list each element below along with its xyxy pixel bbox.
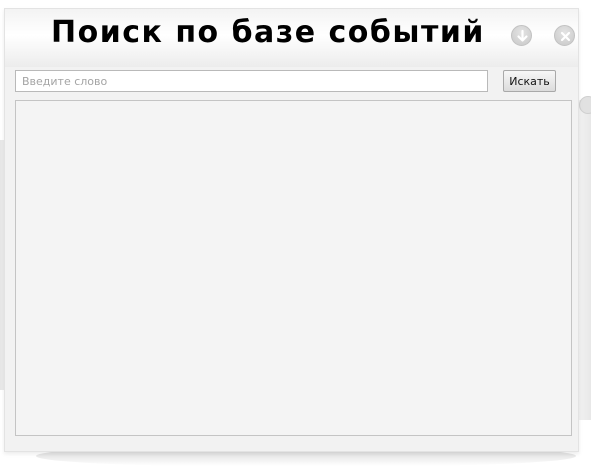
close-circle-icon [560, 31, 571, 42]
results-list[interactable] [15, 100, 572, 436]
search-window: Поиск по базе событий Искать [4, 8, 579, 452]
close-button[interactable] [554, 25, 575, 46]
arrow-down-circle-icon [517, 29, 528, 42]
search-input[interactable] [15, 70, 488, 92]
window-title: Поиск по базе событий [51, 15, 485, 50]
search-button[interactable]: Искать [503, 70, 556, 92]
title-bar[interactable]: Поиск по базе событий [5, 9, 578, 67]
minimize-button[interactable] [511, 25, 532, 46]
background-circle [579, 96, 591, 114]
